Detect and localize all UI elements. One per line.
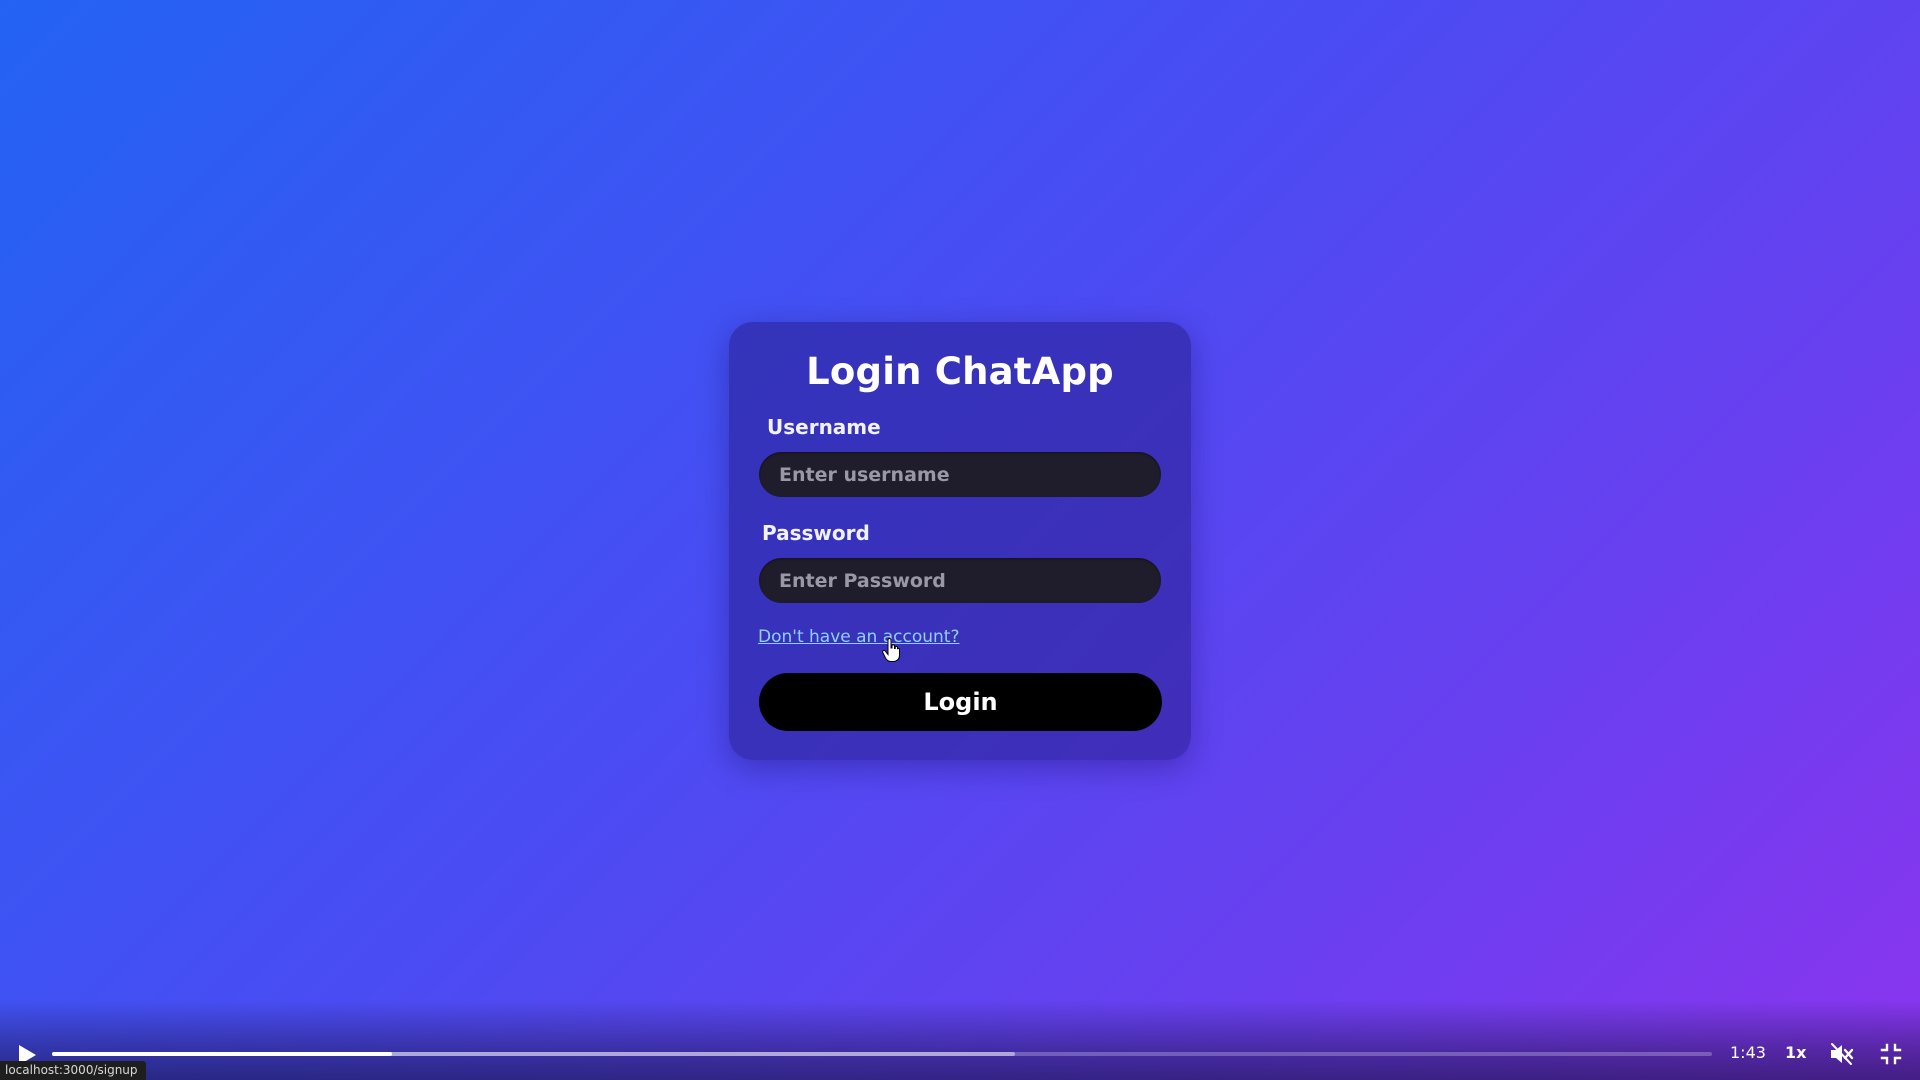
login-button[interactable]: Login (759, 673, 1162, 731)
status-bar-url: localhost:3000/signup (0, 1061, 146, 1080)
time-label: 1:43 (1730, 1043, 1766, 1062)
signup-link[interactable]: Don't have an account? (758, 627, 959, 647)
username-input[interactable] (759, 452, 1161, 497)
login-card: Login ChatApp Username Password Don't ha… (729, 322, 1191, 760)
hand-pointer-icon (882, 638, 900, 662)
username-label: Username (767, 415, 881, 439)
page-background: Login ChatApp Username Password Don't ha… (0, 0, 1920, 1080)
password-label: Password (762, 521, 870, 545)
login-title: Login ChatApp (806, 350, 1114, 393)
progress-bar[interactable] (52, 1052, 1712, 1056)
playback-speed-button[interactable]: 1x (1785, 1043, 1806, 1062)
video-player-controls: 1:43 1x (0, 1000, 1920, 1080)
progress-played (52, 1052, 393, 1056)
exit-fullscreen-icon[interactable] (1880, 1043, 1902, 1065)
password-input[interactable] (759, 558, 1161, 603)
volume-muted-icon[interactable] (1829, 1042, 1855, 1066)
